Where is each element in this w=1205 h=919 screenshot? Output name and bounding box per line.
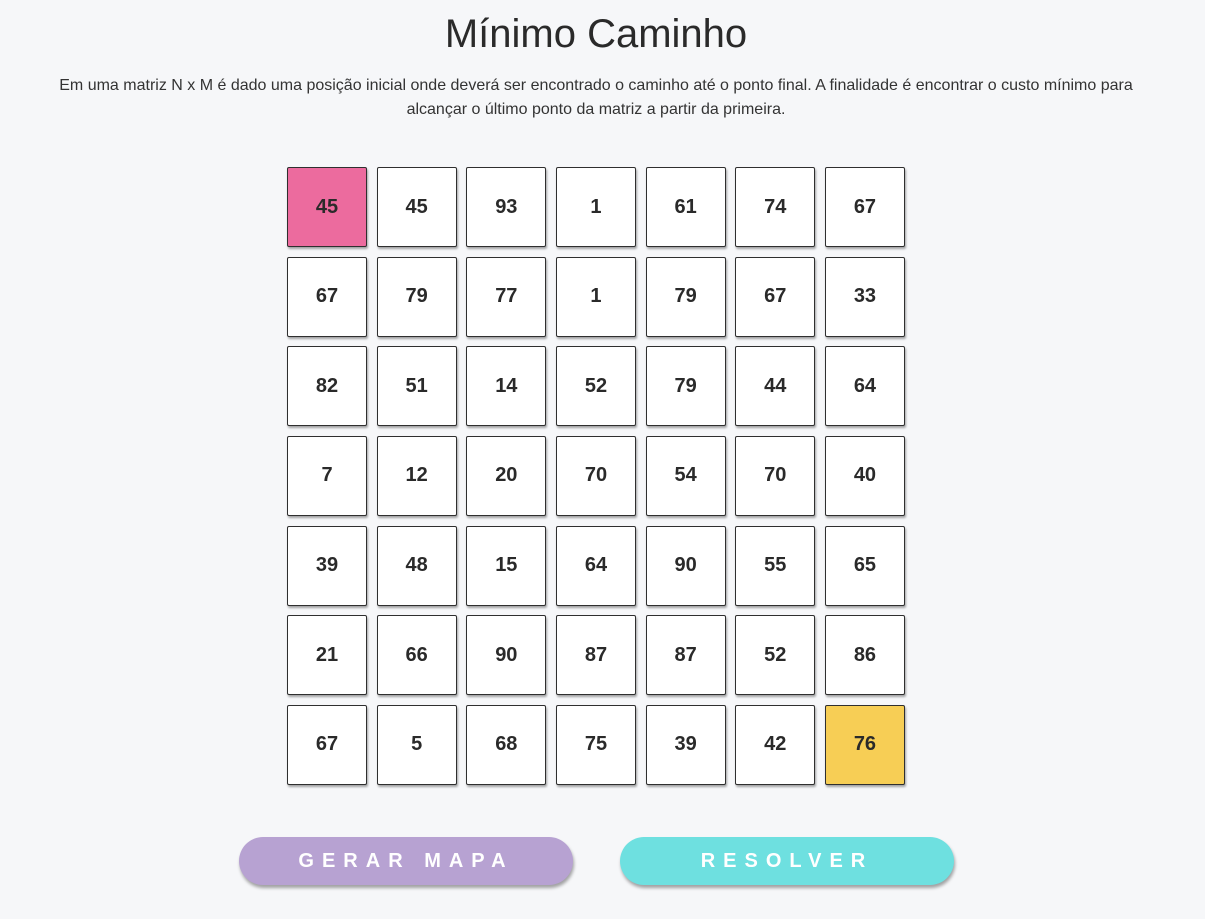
matrix-cell[interactable]: 5 [376, 704, 457, 785]
matrix-cell[interactable]: 44 [735, 346, 816, 427]
page-description: Em uma matriz N x M é dado uma posição i… [59, 77, 1133, 118]
solve-button[interactable]: RESOLVER [620, 837, 954, 885]
matrix-cell[interactable]: 12 [376, 435, 457, 516]
matrix-cell[interactable]: 65 [824, 525, 905, 606]
matrix-cell[interactable]: 68 [466, 704, 547, 785]
matrix-cell-start[interactable]: 45 [287, 167, 367, 247]
matrix-cell[interactable]: 42 [735, 704, 816, 785]
matrix-cell[interactable]: 64 [555, 525, 636, 606]
matrix-cell[interactable]: 87 [555, 615, 636, 696]
page-title: Mínimo Caminho [444, 12, 748, 56]
matrix-cell[interactable]: 79 [645, 256, 726, 337]
matrix-cell[interactable]: 39 [287, 525, 367, 606]
matrix-cell[interactable]: 40 [824, 435, 905, 516]
matrix-cell[interactable]: 15 [466, 525, 547, 606]
matrix-cell[interactable]: 66 [376, 615, 457, 696]
matrix-cell-end[interactable]: 76 [824, 704, 905, 785]
matrix-cell[interactable]: 61 [645, 167, 726, 247]
matrix-cell[interactable]: 87 [645, 615, 726, 696]
matrix-cell[interactable]: 79 [645, 346, 726, 427]
matrix-cell[interactable]: 67 [287, 256, 367, 337]
generate-map-button[interactable]: GERAR MAPA [239, 837, 573, 885]
matrix-cell[interactable]: 75 [555, 704, 636, 785]
matrix-cell[interactable]: 21 [287, 615, 367, 696]
matrix-cell[interactable]: 52 [555, 346, 636, 427]
matrix-cell[interactable]: 51 [376, 346, 457, 427]
matrix-cell[interactable]: 70 [735, 435, 816, 516]
matrix-cell[interactable]: 55 [735, 525, 816, 606]
matrix-grid: 45 45 93 1 61 74 67 67 79 77 1 79 67 33 82 51 14 52 79 44 64… [287, 167, 905, 785]
matrix-cell[interactable]: 67 [287, 704, 367, 785]
matrix-cell[interactable]: 70 [555, 435, 636, 516]
matrix-cell[interactable]: 82 [287, 346, 367, 427]
matrix-cell[interactable]: 20 [466, 435, 547, 516]
matrix-cell[interactable]: 79 [376, 256, 457, 337]
matrix-cell[interactable]: 45 [376, 167, 457, 247]
matrix-cell[interactable]: 86 [824, 615, 905, 696]
matrix-cell[interactable]: 33 [824, 256, 905, 337]
matrix-cell[interactable]: 1 [555, 256, 636, 337]
matrix-cell[interactable]: 90 [466, 615, 547, 696]
matrix-cell[interactable]: 39 [645, 704, 726, 785]
matrix-cell[interactable]: 67 [824, 167, 905, 247]
matrix-cell[interactable]: 90 [645, 525, 726, 606]
matrix-cell[interactable]: 74 [735, 167, 816, 247]
matrix-cell[interactable]: 48 [376, 525, 457, 606]
matrix-cell[interactable]: 7 [287, 435, 367, 516]
matrix-cell[interactable]: 14 [466, 346, 547, 427]
matrix-cell[interactable]: 77 [466, 256, 547, 337]
matrix-cell[interactable]: 1 [555, 167, 636, 247]
matrix-cell[interactable]: 67 [735, 256, 816, 337]
matrix-cell[interactable]: 93 [466, 167, 547, 247]
matrix-cell[interactable]: 54 [645, 435, 726, 516]
matrix-cell[interactable]: 64 [824, 346, 905, 427]
matrix-cell[interactable]: 52 [735, 615, 816, 696]
